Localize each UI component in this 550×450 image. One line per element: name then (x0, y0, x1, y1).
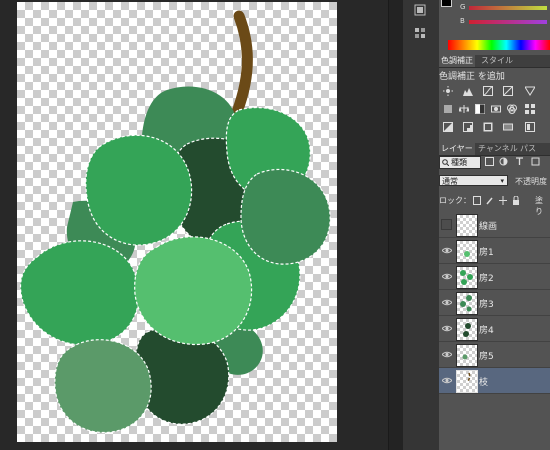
tab-channels[interactable]: チャンネル (476, 143, 520, 155)
photo-filter-icon[interactable] (491, 104, 501, 114)
triangle-icon[interactable] (525, 86, 535, 96)
layer-name: 線画 (479, 222, 498, 232)
eye-icon[interactable] (442, 246, 452, 255)
lock-move-icon[interactable] (499, 196, 507, 205)
b-channel-label: B (460, 17, 465, 25)
foreground-swatch[interactable] (441, 0, 452, 7)
tab-styles[interactable]: スタイル (479, 55, 515, 67)
curves-icon[interactable] (483, 86, 493, 96)
lock-transparent-icon[interactable] (473, 196, 481, 205)
adjustments-row-3 (441, 122, 550, 134)
selective-color-icon[interactable] (525, 122, 535, 132)
tab-layers[interactable]: レイヤー (439, 143, 475, 155)
layer-thumbnail (456, 370, 478, 393)
canvas-scrollbar[interactable] (388, 0, 404, 450)
layer-filter-select[interactable]: 種類 (439, 156, 481, 169)
blend-mode-select[interactable]: 通常 ▾ (439, 175, 508, 186)
layer-name: 房4 (479, 326, 494, 336)
adjustments-row-1 (441, 86, 550, 98)
filter-adjust-icon[interactable] (499, 157, 508, 166)
g-slider[interactable] (469, 6, 547, 10)
color-panel-icon[interactable] (407, 2, 433, 20)
right-panels: G B 色調補正 スタイル 色調補正 を追加 レイヤー チャンネル パス 種類 … (439, 0, 550, 450)
layer-row-cluster2[interactable]: 房2 (439, 264, 550, 290)
adjustments-tabbar: 色調補正 スタイル (439, 55, 550, 68)
levels-icon[interactable] (463, 86, 473, 96)
chevron-down-icon: ▾ (500, 177, 504, 185)
color-spectrum[interactable] (448, 40, 550, 50)
eye-icon[interactable] (442, 376, 452, 385)
lock-label: ロック： (439, 196, 471, 205)
grape-muted-1 (54, 339, 152, 433)
layer-row-cluster1[interactable]: 房1 (439, 238, 550, 264)
grid-icon[interactable] (525, 104, 535, 114)
stem-shape (231, 10, 253, 118)
visibility-toggle[interactable] (441, 219, 452, 230)
eye-icon[interactable] (442, 350, 452, 359)
b-slider[interactable] (469, 20, 547, 24)
bw-icon[interactable] (475, 104, 485, 114)
layer-row-lineart[interactable]: 線画 (439, 212, 550, 238)
grape-artwork: .sel{fill:none;stroke:#ffffff;stroke-wid… (19, 10, 331, 434)
layer-thumbnail (456, 318, 478, 341)
layer-name: 房1 (479, 248, 494, 258)
search-icon (442, 159, 449, 166)
grape-green-2 (85, 135, 192, 246)
filter-type-icon[interactable] (515, 157, 524, 166)
g-channel-label: G (460, 3, 466, 11)
panel-dock (403, 0, 439, 450)
document-canvas[interactable]: .sel{fill:none;stroke:#ffffff;stroke-wid… (17, 2, 337, 442)
layer-name: 房3 (479, 300, 494, 310)
brightness-icon[interactable] (443, 86, 453, 96)
layer-row-branch[interactable]: 枝 (439, 368, 550, 394)
blend-mode-value: 通常 (442, 177, 458, 186)
layer-name: 房2 (479, 274, 494, 284)
layer-row-cluster5[interactable]: 房5 (439, 342, 550, 368)
layer-row-cluster4[interactable]: 房4 (439, 316, 550, 342)
tab-adjustments[interactable]: 色調補正 (439, 55, 475, 67)
adjustments-title: 色調補正 を追加 (439, 72, 505, 82)
layer-thumbnail (456, 292, 478, 315)
adjustments-row-2 (441, 104, 550, 116)
grape-mid-1 (241, 169, 331, 265)
threshold-icon[interactable] (483, 122, 493, 132)
lock-all-icon[interactable] (512, 196, 520, 205)
filter-shape-icon[interactable] (531, 157, 540, 166)
layer-thumbnail (456, 240, 478, 263)
exposure-icon[interactable] (503, 86, 513, 96)
gradient-map-icon[interactable] (503, 122, 513, 132)
vibrance-icon[interactable] (443, 104, 453, 114)
lock-brush-icon[interactable] (486, 196, 494, 205)
layer-name: 枝 (479, 378, 489, 388)
mixer-icon[interactable] (507, 104, 517, 114)
layer-thumbnail (456, 344, 478, 367)
eye-icon[interactable] (442, 324, 452, 333)
color-panel: G B (439, 0, 550, 54)
filter-pixel-icon[interactable] (485, 157, 494, 166)
layer-thumbnail (456, 214, 478, 237)
opacity-label: 不透明度 (515, 177, 547, 186)
layer-row-cluster3[interactable]: 房3 (439, 290, 550, 316)
eye-icon[interactable] (442, 272, 452, 281)
swatches-panel-icon[interactable] (407, 24, 433, 42)
layer-thumbnail (456, 266, 478, 289)
balance-icon[interactable] (459, 104, 469, 114)
layer-name: 房5 (479, 352, 494, 362)
eye-icon[interactable] (442, 298, 452, 307)
tab-paths[interactable]: パス (518, 143, 538, 155)
posterize-icon[interactable] (463, 122, 473, 132)
layers-tabbar: レイヤー チャンネル パス (439, 143, 550, 156)
canvas-area[interactable]: .sel{fill:none;stroke:#ffffff;stroke-wid… (0, 0, 388, 450)
invert-icon[interactable] (443, 122, 453, 132)
